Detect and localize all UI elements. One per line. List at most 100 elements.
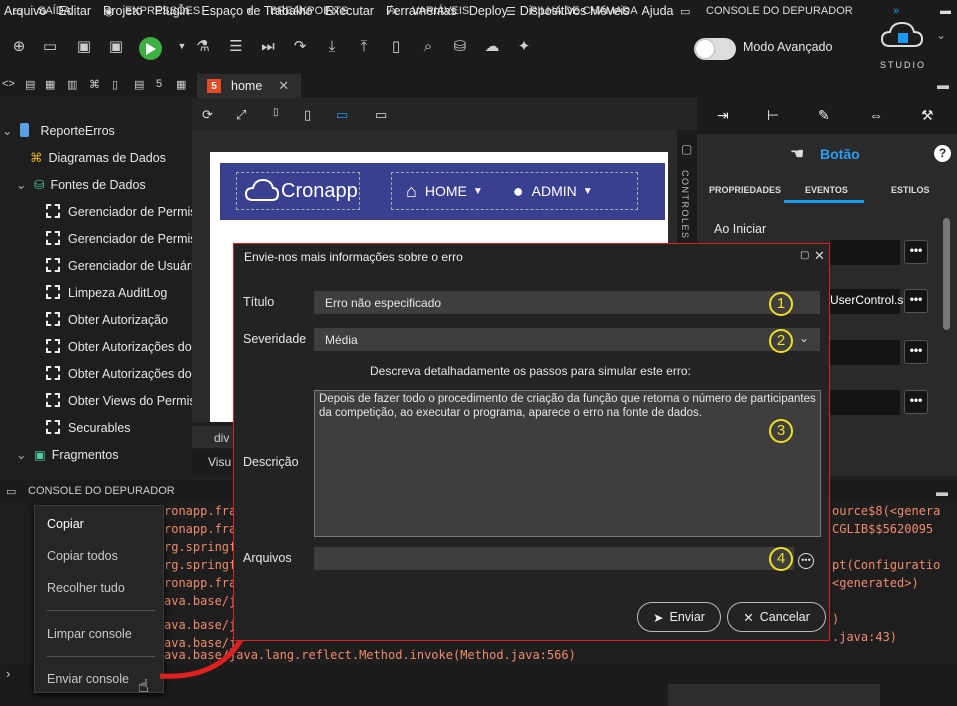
open-folder-icon[interactable]: ▭ — [40, 36, 60, 56]
export-icon[interactable]: ⤒ — [354, 36, 374, 56]
redo-icon[interactable]: ↷ — [290, 36, 310, 56]
more-tabs-icon[interactable]: » — [893, 5, 899, 17]
cancel-button[interactable]: ✕ Cancelar — [727, 602, 826, 632]
tab-estilos[interactable]: ESTILOS — [891, 185, 930, 195]
event-more-button[interactable]: ••• — [904, 390, 928, 414]
tree-item-fragmentos[interactable]: ⌄ ▣ Fragmentos — [16, 447, 118, 462]
html5-icon[interactable]: 5 — [156, 78, 162, 90]
file-icon[interactable]: ▤ — [25, 78, 35, 91]
tab-expressoes[interactable]: EXPRESSÕES — [125, 5, 200, 17]
event-input[interactable] — [830, 340, 900, 365]
new-project-icon[interactable]: ⊕ — [9, 36, 29, 56]
properties-scrollbar[interactable] — [943, 218, 950, 330]
tab-breakpoints[interactable]: BREAKPOINTS — [270, 5, 348, 17]
nav-admin[interactable]: ADMIN — [532, 183, 577, 199]
search-server-icon[interactable]: ⌕ — [418, 36, 438, 56]
step-icon[interactable]: ⏭ — [258, 36, 278, 56]
event-more-button[interactable]: ••• — [904, 240, 928, 264]
expand-icon[interactable]: ⤢ — [236, 107, 246, 123]
phone-icon[interactable]: ▯ — [304, 107, 311, 123]
import-icon[interactable]: ⤓ — [322, 36, 342, 56]
tree-project[interactable]: ⌄ ReporteErros — [2, 123, 115, 138]
tab-pilha-chamada[interactable]: PILHA DE CHAMADA — [530, 5, 638, 17]
laptop-icon[interactable]: ▭ — [375, 107, 387, 123]
run-button[interactable] — [139, 37, 162, 60]
magic-wand-icon[interactable]: ✦ — [514, 36, 534, 56]
advanced-mode-toggle[interactable] — [694, 38, 736, 60]
cronapp-studio-logo — [880, 21, 924, 47]
tab-visual[interactable]: Visu — [192, 450, 234, 474]
dialog-maximize-icon[interactable]: ▢ — [800, 250, 809, 261]
tree-item-fontes[interactable]: ⌄ ⛁ Fontes de Dados — [16, 177, 146, 192]
refresh-icon[interactable]: ⟳ — [202, 107, 213, 123]
preview-logo[interactable]: Cronapp — [236, 172, 360, 210]
tree-item-datasource[interactable]: Gerenciador de Usuári — [46, 258, 192, 273]
save-all-icon[interactable]: ▣ — [106, 36, 126, 56]
arquivos-input[interactable] — [314, 547, 794, 570]
nav-home[interactable]: HOME — [425, 183, 467, 199]
event-more-button[interactable]: ••• — [904, 340, 928, 364]
severidade-select[interactable]: Média — [314, 328, 820, 351]
panel-maximize-icon[interactable]: ▬ — [940, 5, 951, 17]
tab-variaveis[interactable]: VARIÁVEIS — [412, 5, 469, 17]
event-more-button[interactable]: ••• — [904, 289, 928, 313]
code-icon[interactable]: <> — [2, 78, 15, 90]
titulo-input[interactable]: Erro não especificado — [314, 291, 820, 314]
grid-icon[interactable]: ▦ — [45, 78, 55, 91]
resize-horizontal-icon[interactable]: ⇔ — [869, 107, 883, 123]
server-icon[interactable]: ▤ — [134, 78, 144, 91]
tools-icon[interactable]: ⚒ — [921, 107, 934, 124]
send-button[interactable]: ➤ Enviar — [637, 602, 721, 632]
event-input[interactable] — [830, 390, 900, 415]
descricao-textarea[interactable]: Depois de fazer todo o procedimento de c… — [314, 390, 821, 537]
menu-item-recolher-tudo[interactable]: Recolher tudo — [47, 581, 125, 595]
breadcrumb-div[interactable]: div — [192, 426, 234, 448]
help-icon[interactable]: ? — [934, 145, 951, 162]
event-input[interactable] — [830, 240, 900, 265]
test-flask-icon[interactable]: ⚗ — [193, 36, 213, 56]
mobile-icon[interactable]: ▯ — [112, 78, 118, 91]
browse-files-icon[interactable]: ••• — [798, 553, 814, 569]
tab-eventos[interactable]: EVENTOS — [805, 185, 848, 195]
tree-item-datasource[interactable]: Obter Autorizações do — [46, 339, 192, 354]
tab-console-depurador[interactable]: CONSOLE DO DEPURADOR — [706, 5, 853, 17]
menu-item-copiar[interactable]: Copiar — [47, 517, 84, 531]
cloud-icon[interactable]: ☁ — [482, 36, 502, 56]
tab-home[interactable]: 5 home ✕ — [197, 74, 301, 98]
tree-item-datasource[interactable]: Securables — [46, 420, 131, 435]
maximize-icon[interactable]: ▬ — [937, 78, 949, 92]
tree-item-datasource[interactable]: Obter Autorizações do — [46, 366, 192, 381]
tree-item-diagramas[interactable]: ⌘ Diagramas de Dados — [30, 150, 166, 165]
studio-chevron-down-icon[interactable]: ⌄ — [936, 28, 946, 42]
menu-ajuda[interactable]: Ajuda — [642, 4, 674, 18]
login-icon[interactable]: ⇥ — [717, 107, 729, 124]
terminal-icon[interactable]: ▯ — [386, 36, 406, 56]
pencil-icon[interactable]: ✎ — [818, 107, 830, 124]
tree-item-datasource[interactable]: Obter Views do Permis — [46, 393, 192, 408]
chevron-down-icon[interactable]: ⌄ — [799, 331, 809, 345]
tree-item-datasource[interactable]: Obter Autorização — [46, 312, 168, 327]
tree-item-datasource[interactable]: Gerenciador de Permis — [46, 204, 192, 219]
tab-saida[interactable]: SAÍDA — [38, 5, 71, 17]
tab-label: home — [231, 79, 263, 93]
checklist-icon[interactable]: ☰ — [226, 36, 246, 56]
close-tab-icon[interactable]: ✕ — [278, 78, 289, 94]
menu-deploy[interactable]: Deploy — [469, 4, 508, 18]
tree-item-datasource[interactable]: Gerenciador de Permis — [46, 231, 192, 246]
run-dropdown-icon[interactable]: ▼ — [172, 36, 192, 56]
tab-propriedades[interactable]: PROPRIEDADES — [709, 185, 781, 195]
menu-item-copiar-todos[interactable]: Copiar todos — [47, 549, 118, 563]
tree-structure-icon[interactable]: ⊢ — [767, 107, 779, 124]
desktop-icon[interactable]: ▭ — [336, 107, 348, 123]
minimize-icon[interactable]: ▬ — [936, 485, 948, 499]
save-icon[interactable]: ▣ — [74, 36, 94, 56]
database-icon[interactable]: ⛁ — [450, 36, 470, 56]
menu-item-enviar-console[interactable]: Enviar console — [47, 672, 129, 686]
tree-item-datasource[interactable]: Limpeza AuditLog — [46, 285, 167, 300]
layout-icon[interactable]: ▦ — [176, 78, 186, 91]
phone-small-icon[interactable]: ▯ — [273, 107, 279, 118]
menu-item-limpar-console[interactable]: Limpar console — [47, 627, 132, 641]
component-icon[interactable]: ▥ — [67, 78, 77, 91]
hierarchy-icon[interactable]: ⌘ — [89, 78, 100, 91]
dialog-close-icon[interactable]: ✕ — [814, 248, 825, 264]
